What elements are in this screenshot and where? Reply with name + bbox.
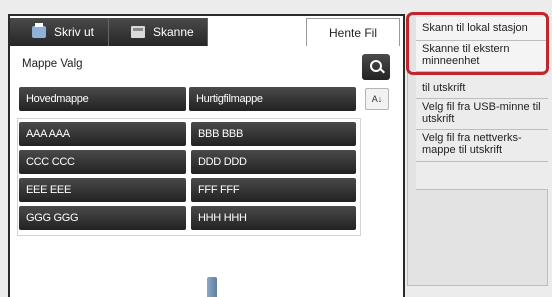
quick-folder-button[interactable]: Hurtigfilmappe xyxy=(189,87,356,111)
main-folder-button[interactable]: Hovedmappe xyxy=(19,87,186,111)
menu-usb-file-to-print[interactable]: Velg fil fra USB-minne til utskrift xyxy=(416,99,548,130)
folder-button[interactable]: HHH HHH xyxy=(191,206,356,230)
menu-file-to-print[interactable]: til utskrift xyxy=(416,72,548,99)
menu-scan-to-external-memory[interactable]: Skanne til ekstern minneenhet xyxy=(416,41,548,72)
scan-icon xyxy=(131,26,145,38)
tab-scan-label: Skanne xyxy=(153,25,194,39)
folder-button[interactable]: BBB BBB xyxy=(191,122,356,146)
folder-button[interactable]: AAA AAA xyxy=(19,122,186,146)
tab-retrieve-file[interactable]: Hente Fil xyxy=(306,18,400,46)
folder-select-label: Mappe Valg xyxy=(22,58,83,70)
menu-scan-to-local-drive[interactable]: Skann til lokal stasjon xyxy=(416,17,548,41)
storage-icon xyxy=(207,277,217,297)
sort-button[interactable]: A↓ xyxy=(365,88,389,110)
tab-print-label: Skriv ut xyxy=(54,25,95,39)
folder-button[interactable]: GGG GGG xyxy=(19,206,186,230)
tab-retrieve-file-label: Hente Fil xyxy=(328,25,378,40)
folder-button[interactable]: EEE EEE xyxy=(19,178,186,202)
tab-print[interactable]: Skriv ut xyxy=(10,18,109,46)
tab-scan[interactable]: Skanne xyxy=(109,18,208,46)
folder-button[interactable]: CCC CCC xyxy=(19,150,186,174)
menu-network-file-to-print[interactable]: Velg fil fra nettverks-mappe til utskrif… xyxy=(416,130,548,162)
folder-button[interactable]: FFF FFF xyxy=(191,178,356,202)
folder-button[interactable]: DDD DDD xyxy=(191,150,356,174)
menu-empty-slot xyxy=(416,162,548,190)
print-icon xyxy=(32,23,46,38)
search-button[interactable] xyxy=(362,54,390,80)
